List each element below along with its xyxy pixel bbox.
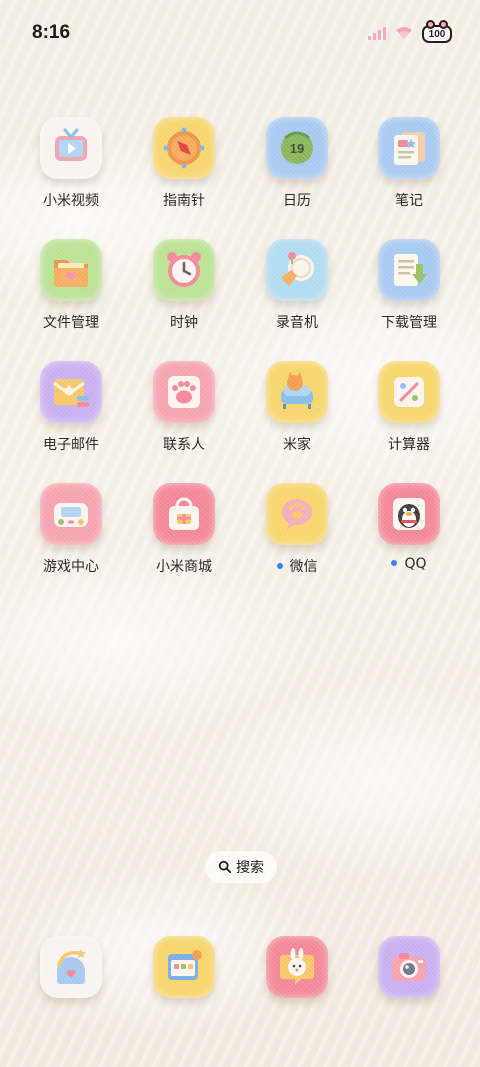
app-tile[interactable] bbox=[378, 117, 440, 179]
app-tile[interactable] bbox=[153, 483, 215, 545]
wifi-icon bbox=[394, 24, 414, 44]
battery-level: 100 bbox=[428, 28, 446, 40]
app-mi-store[interactable]: 小米商城 bbox=[129, 483, 239, 587]
app-tile[interactable] bbox=[40, 936, 102, 998]
app-tile[interactable] bbox=[153, 361, 215, 423]
app-clock[interactable]: 时钟 bbox=[129, 239, 239, 343]
folder-icon bbox=[54, 260, 88, 287]
battery-ear-right bbox=[439, 20, 448, 29]
app-label: 指南针 bbox=[163, 193, 205, 209]
app-label: 笔记 bbox=[395, 193, 423, 209]
contacts-icon bbox=[168, 376, 200, 408]
app-label: 小米商城 bbox=[156, 559, 212, 575]
status-bar: 8:16 100 bbox=[0, 0, 480, 68]
app-label: 电子邮件 bbox=[43, 437, 99, 453]
app-tile[interactable] bbox=[153, 239, 215, 301]
compass-icon bbox=[163, 127, 205, 169]
app-label: 文件管理 bbox=[43, 315, 99, 331]
app-mi-video[interactable]: 小米视频 bbox=[16, 117, 126, 221]
status-time: 8:16 bbox=[32, 22, 71, 43]
app-tile[interactable] bbox=[378, 361, 440, 423]
app-tile[interactable] bbox=[40, 483, 102, 545]
dock-phone[interactable] bbox=[16, 936, 126, 1040]
video-icon bbox=[55, 128, 87, 161]
signal-icon bbox=[368, 25, 386, 44]
app-qq[interactable]: QQ bbox=[354, 483, 464, 587]
calculator-icon bbox=[394, 377, 424, 407]
app-downloads[interactable]: 下载管理 bbox=[354, 239, 464, 343]
app-label: 下载管理 bbox=[381, 315, 437, 331]
app-contacts[interactable]: 联系人 bbox=[129, 361, 239, 465]
calendar-date: 19 bbox=[290, 141, 304, 156]
recorder-icon bbox=[281, 252, 314, 286]
search-icon bbox=[218, 860, 232, 874]
app-tile[interactable] bbox=[40, 239, 102, 301]
app-tile[interactable] bbox=[266, 483, 328, 545]
app-email[interactable]: 电子邮件 bbox=[16, 361, 126, 465]
app-notes[interactable]: 笔记 bbox=[354, 117, 464, 221]
app-label: 日历 bbox=[283, 193, 311, 209]
app-game-center[interactable]: 游戏中心 bbox=[16, 483, 126, 587]
app-label: 录音机 bbox=[276, 315, 318, 331]
app-label: 游戏中心 bbox=[43, 559, 99, 575]
download-icon bbox=[394, 254, 427, 286]
camera-icon bbox=[392, 953, 426, 981]
app-tile[interactable] bbox=[153, 117, 215, 179]
dock-camera[interactable] bbox=[354, 936, 464, 1040]
dock bbox=[0, 936, 480, 1000]
battery-icon: 100 bbox=[422, 20, 452, 43]
dock-browser[interactable] bbox=[242, 936, 352, 1040]
app-tile[interactable] bbox=[266, 239, 328, 301]
app-calculator[interactable]: 计算器 bbox=[354, 361, 464, 465]
messages-icon bbox=[168, 950, 202, 980]
browser-bunny-icon bbox=[280, 948, 314, 985]
mijia-icon bbox=[281, 372, 313, 409]
app-tile[interactable] bbox=[153, 936, 215, 998]
dock-messages[interactable] bbox=[129, 936, 239, 1040]
app-tile[interactable] bbox=[378, 483, 440, 545]
wechat-icon bbox=[282, 499, 312, 530]
app-file-manager[interactable]: 文件管理 bbox=[16, 239, 126, 343]
status-icons: 100 bbox=[368, 20, 452, 44]
app-tile[interactable] bbox=[266, 936, 328, 998]
search-button[interactable]: 搜索 bbox=[205, 851, 277, 883]
app-label: 米家 bbox=[283, 437, 311, 453]
calendar-icon: 19 bbox=[281, 131, 313, 164]
app-label: 小米视频 bbox=[43, 193, 99, 209]
app-label: 微信 bbox=[242, 556, 352, 576]
app-compass[interactable]: 指南针 bbox=[129, 117, 239, 221]
battery-ear-left bbox=[426, 20, 435, 29]
gamepad-icon bbox=[54, 503, 88, 527]
phone-icon bbox=[57, 949, 86, 984]
app-calendar[interactable]: 19 日历 bbox=[242, 117, 352, 221]
qq-penguin-icon bbox=[393, 498, 425, 530]
search-label: 搜索 bbox=[236, 860, 264, 876]
shop-icon bbox=[169, 497, 199, 530]
app-label: 计算器 bbox=[388, 437, 430, 453]
app-tile[interactable] bbox=[378, 936, 440, 998]
email-icon bbox=[53, 379, 89, 407]
app-tile[interactable] bbox=[266, 361, 328, 423]
app-label: QQ bbox=[354, 556, 464, 572]
clock-icon bbox=[167, 252, 201, 287]
notification-dot bbox=[276, 563, 283, 569]
app-tile[interactable]: 19 bbox=[266, 117, 328, 179]
notification-dot bbox=[391, 560, 398, 566]
app-wechat[interactable]: 微信 bbox=[242, 483, 352, 587]
notes-icon bbox=[394, 132, 425, 165]
app-tile[interactable] bbox=[40, 361, 102, 423]
app-recorder[interactable]: 录音机 bbox=[242, 239, 352, 343]
app-mijia[interactable]: 米家 bbox=[242, 361, 352, 465]
app-label: 联系人 bbox=[163, 437, 205, 453]
app-label: 时钟 bbox=[170, 315, 198, 331]
app-tile[interactable] bbox=[378, 239, 440, 301]
app-tile[interactable] bbox=[40, 117, 102, 179]
